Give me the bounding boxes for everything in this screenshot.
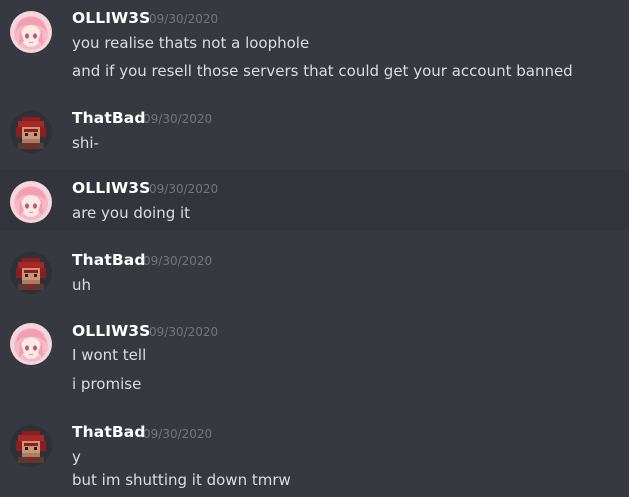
anime-girl-avatar-icon bbox=[10, 323, 52, 365]
avatar[interactable] bbox=[10, 425, 52, 467]
message-text: uh bbox=[72, 276, 92, 294]
avatar[interactable] bbox=[10, 252, 52, 294]
timestamp: 09/30/2020 bbox=[143, 427, 213, 441]
avatar[interactable] bbox=[10, 111, 52, 153]
pixel-character-avatar-icon bbox=[10, 425, 52, 467]
timestamp: 09/30/2020 bbox=[149, 182, 219, 196]
username[interactable]: ThatBad bbox=[72, 108, 146, 128]
message-group: ThatBad 09/30/2020 uh bbox=[0, 241, 629, 305]
avatar[interactable] bbox=[10, 323, 52, 365]
timestamp: 09/30/2020 bbox=[143, 254, 213, 268]
username[interactable]: OLLIW3S bbox=[72, 321, 150, 341]
message-text: I wont tell bbox=[72, 346, 147, 364]
timestamp: 09/30/2020 bbox=[149, 12, 219, 26]
message-text: you realise thats not a loophole bbox=[72, 34, 310, 52]
username[interactable]: ThatBad bbox=[72, 422, 146, 442]
avatar[interactable] bbox=[10, 11, 52, 53]
message-list[interactable]: OLLIW3S 09/30/2020 you realise thats not… bbox=[0, 0, 629, 497]
anime-girl-avatar-icon bbox=[10, 181, 52, 223]
avatar[interactable] bbox=[10, 181, 52, 223]
message-text: shi- bbox=[72, 134, 99, 152]
pixel-character-avatar-icon bbox=[10, 111, 52, 153]
anime-girl-avatar-icon bbox=[10, 11, 52, 53]
message-group: OLLIW3S 09/30/2020 I wont tell i promise bbox=[0, 312, 629, 400]
message-group: OLLIW3S 09/30/2020 are you doing it bbox=[0, 170, 629, 230]
username[interactable]: ThatBad bbox=[72, 250, 146, 270]
message-text: i promise bbox=[72, 375, 142, 393]
username[interactable]: OLLIW3S bbox=[72, 8, 150, 28]
message-text: and if you resell those servers that cou… bbox=[72, 62, 573, 80]
timestamp: 09/30/2020 bbox=[143, 112, 213, 126]
message-text: y bbox=[72, 448, 81, 466]
message-group: ThatBad 09/30/2020 y but im shutting it … bbox=[0, 414, 629, 497]
timestamp: 09/30/2020 bbox=[149, 325, 219, 339]
message-group: ThatBad 09/30/2020 shi- bbox=[0, 100, 629, 164]
username[interactable]: OLLIW3S bbox=[72, 178, 150, 198]
message-text: are you doing it bbox=[72, 204, 191, 222]
message-group: OLLIW3S 09/30/2020 you realise thats not… bbox=[0, 0, 629, 88]
pixel-character-avatar-icon bbox=[10, 252, 52, 294]
message-text: but im shutting it down tmrw bbox=[72, 471, 291, 489]
